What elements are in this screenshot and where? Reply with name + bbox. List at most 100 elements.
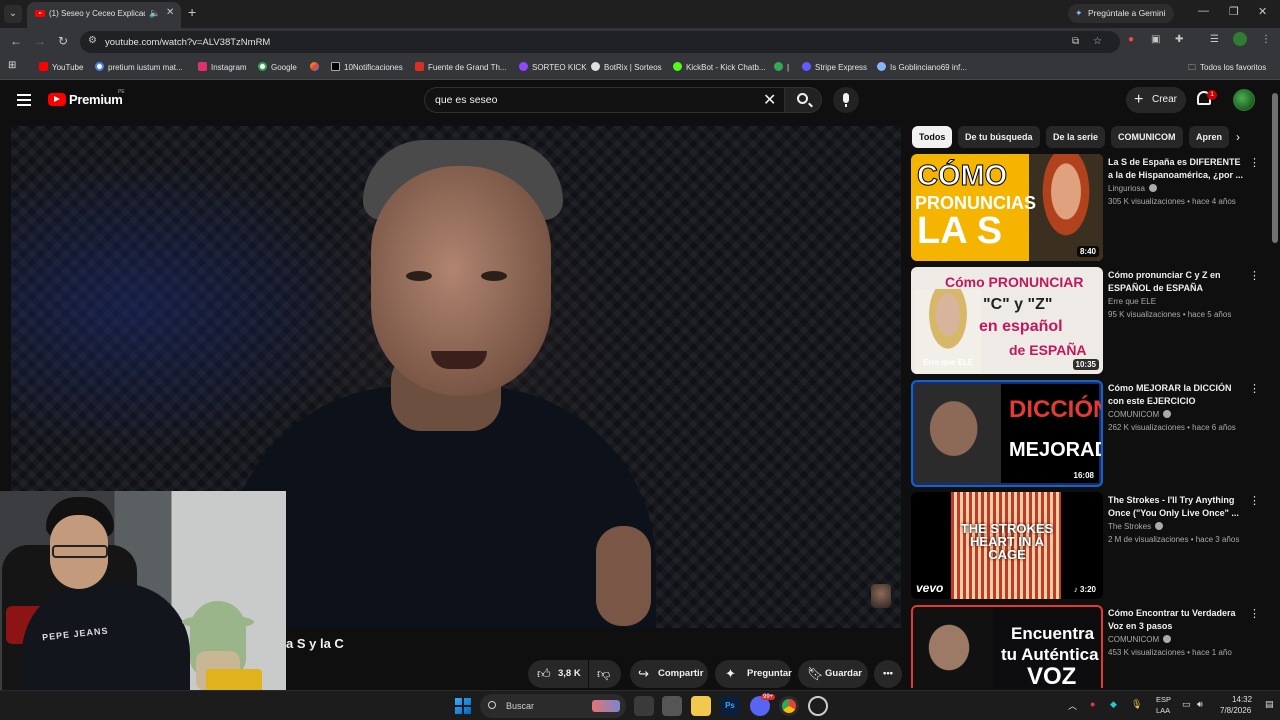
task-view-icon[interactable] [634, 696, 654, 716]
bookmark-stripe[interactable]: Stripe Express [802, 62, 867, 74]
save-button[interactable]: 🔖︎ Guardar [798, 660, 868, 688]
video-title[interactable]: La S de España es DIFERENTE a la de Hisp… [1108, 156, 1246, 182]
create-button[interactable]: + Crear [1126, 87, 1186, 113]
file-explorer-icon[interactable] [691, 696, 711, 716]
extensions-puzzle-icon[interactable]: ✚ [1175, 34, 1183, 45]
back-arrow-icon[interactable]: ← [10, 34, 22, 48]
channel-watermark-icon[interactable] [871, 584, 891, 608]
notification-center-icon[interactable]: ▤ [1265, 699, 1274, 710]
more-vertical-icon[interactable]: ⋮ [1249, 269, 1260, 282]
more-vertical-icon[interactable]: ⋮ [1249, 156, 1260, 169]
youtube-premium-logo-text[interactable]: Premium [69, 92, 123, 107]
tray-app-icon[interactable]: ◆ [1110, 699, 1117, 710]
bookmark-x-notifications[interactable]: 10Notificaciones [331, 62, 403, 74]
bookmark-colorful[interactable] [310, 62, 323, 74]
forward-arrow-icon[interactable]: → [34, 34, 46, 48]
recommended-video[interactable]: DICCIÓN MEJORADA 16:08 Cómo MEJORAR la D… [911, 380, 1263, 488]
youtube-logo-icon[interactable] [48, 93, 66, 106]
bookmark-grand-theft[interactable]: Fuente de Grand Th... [415, 62, 507, 74]
all-bookmarks-folder[interactable]: 🗀 Todos los favoritos [1188, 62, 1266, 74]
search-input[interactable]: que es seseo [424, 87, 784, 113]
network-icon[interactable]: ▭ [1182, 699, 1191, 710]
bookmark-kickbot[interactable]: KickBot - Kick Chatb... [673, 62, 766, 74]
video-thumbnail[interactable]: Cómo PRONUNCIAR "C" y "Z" en español de … [911, 267, 1103, 374]
chip-learn[interactable]: Apren [1189, 126, 1230, 148]
share-button[interactable]: ↪ Compartir [630, 660, 708, 688]
site-info-icon[interactable]: ⚙ [88, 35, 97, 46]
menu-hamburger-icon[interactable] [17, 94, 31, 106]
install-app-icon[interactable]: ⧉ [1072, 36, 1079, 47]
reading-list-icon[interactable]: ☰ [1210, 34, 1219, 45]
tab-search-chevron-icon[interactable]: ⌄ [4, 5, 22, 23]
search-query-text[interactable]: que es seseo [435, 94, 497, 106]
taskbar-search[interactable]: Buscar [480, 694, 626, 718]
tab-close-icon[interactable]: ✕ [166, 7, 174, 18]
chrome-menu-icon[interactable]: ⋮ [1261, 34, 1271, 45]
minimize-window-icon[interactable]: — [1198, 5, 1209, 17]
bookmark-pretium[interactable]: pretium iustum mat... [95, 62, 183, 74]
video-title[interactable]: Cómo Encontrar tu Verdadera Voz en 3 pas… [1108, 607, 1246, 633]
recommended-video[interactable]: THE STROKES HEART IN A CAGE vevo ♪ 3:20 … [911, 492, 1263, 600]
restore-window-icon[interactable]: ❐ [1229, 5, 1239, 18]
clock-date[interactable]: 7/8/2026 [1220, 706, 1251, 715]
scrollbar-thumb[interactable] [1272, 93, 1278, 243]
video-thumbnail[interactable]: CÓMO PRONUNCIAS LA S 8:40 [911, 154, 1103, 261]
clear-search-icon[interactable]: ✕ [763, 90, 776, 110]
more-vertical-icon[interactable]: ⋮ [1249, 494, 1260, 507]
taskbar-app-icon[interactable] [662, 696, 682, 716]
more-vertical-icon[interactable]: ⋮ [1249, 607, 1260, 620]
address-url[interactable]: youtube.com/watch?v=ALV38TzNmRM [105, 37, 270, 48]
bookmark-instagram[interactable]: Instagram [198, 62, 247, 74]
extension-record-icon[interactable]: ● [1128, 34, 1134, 45]
language-indicator-top[interactable]: ESP [1156, 695, 1171, 704]
channel-name[interactable]: COMUNICOM [1108, 410, 1172, 419]
voice-search-mic-icon[interactable] [833, 87, 859, 113]
more-vertical-icon[interactable]: ⋮ [1249, 382, 1260, 395]
chip-from-search[interactable]: De tu búsqueda [958, 126, 1040, 148]
page-scrollbar[interactable] [1270, 81, 1280, 690]
language-indicator-bottom[interactable]: LAA [1156, 706, 1170, 715]
tray-overflow-chevron-icon[interactable]: ︿ [1068, 699, 1077, 712]
search-button[interactable] [784, 87, 822, 113]
recommended-video[interactable]: Cómo PRONUNCIAR "C" y "Z" en español de … [911, 267, 1263, 375]
windows-start-icon[interactable] [455, 698, 471, 714]
video-title[interactable]: Cómo pronunciar C y Z en ESPAÑOL de ESPA… [1108, 269, 1246, 295]
ask-gemini-button[interactable]: ✦ Pregúntale a Gemini [1068, 4, 1174, 23]
recommended-video[interactable]: Encuentra tu Auténtica VOZ Cómo Encontra… [911, 605, 1263, 688]
chips-next-chevron-icon[interactable]: › [1236, 130, 1240, 144]
active-tab[interactable]: (1) Seseo y Ceceo Explicado 🔈 ✕ [27, 2, 181, 28]
video-thumbnail[interactable]: DICCIÓN MEJORADA 16:08 [911, 380, 1103, 487]
apps-grid-icon[interactable]: ⊞ [8, 60, 16, 72]
channel-name[interactable]: COMUNICOM [1108, 635, 1172, 644]
bookmark-youtube[interactable]: YouTube [39, 62, 83, 74]
tray-app-icon[interactable]: ● [1090, 699, 1095, 709]
bookmark-google[interactable]: Google [258, 62, 297, 74]
tab-audio-icon[interactable]: 🔈 [149, 8, 160, 19]
chip-comunicom[interactable]: COMUNICOM [1111, 126, 1183, 148]
channel-name[interactable]: The Strokes [1108, 522, 1164, 531]
account-avatar[interactable] [1233, 89, 1255, 111]
close-window-icon[interactable]: ✕ [1258, 5, 1267, 18]
bookmark-goblinciano[interactable]: Is Goblinciano69 inf... [877, 62, 967, 74]
microphone-tray-icon[interactable]: 🎙︎ [1131, 699, 1142, 710]
like-button[interactable]: 👍︎ 3,8 K [528, 660, 588, 688]
more-actions-button[interactable]: ••• [874, 660, 902, 688]
bookmark-unnamed[interactable]: | [774, 62, 789, 74]
photoshop-icon[interactable]: Ps [720, 696, 740, 716]
reload-icon[interactable]: ↻ [58, 34, 68, 48]
taskbar-app-icon[interactable] [808, 696, 828, 716]
clock-time[interactable]: 14:32 [1232, 695, 1252, 704]
video-title[interactable]: The Strokes - I'll Try Anything Once ("Y… [1108, 494, 1246, 520]
new-tab-button[interactable]: + [188, 4, 196, 20]
address-bar[interactable]: ⚙ youtube.com/watch?v=ALV38TzNmRM ⧉ ☆ [80, 31, 1120, 53]
video-title[interactable]: Cómo MEJORAR la DICCIÓN con este EJERCIC… [1108, 382, 1246, 408]
extension-icon[interactable]: ▣ [1151, 34, 1160, 45]
bookmark-star-icon[interactable]: ☆ [1093, 36, 1102, 47]
ask-button[interactable]: ✦ Preguntar [715, 660, 792, 688]
chip-all[interactable]: Todos [912, 126, 953, 148]
chrome-taskbar-icon[interactable] [779, 696, 799, 716]
volume-icon[interactable]: 🔊︎ [1197, 699, 1203, 710]
video-thumbnail[interactable]: Encuentra tu Auténtica VOZ [911, 605, 1103, 688]
chip-from-series[interactable]: De la serie [1046, 126, 1106, 148]
channel-name[interactable]: Erre que ELE [1108, 297, 1156, 306]
